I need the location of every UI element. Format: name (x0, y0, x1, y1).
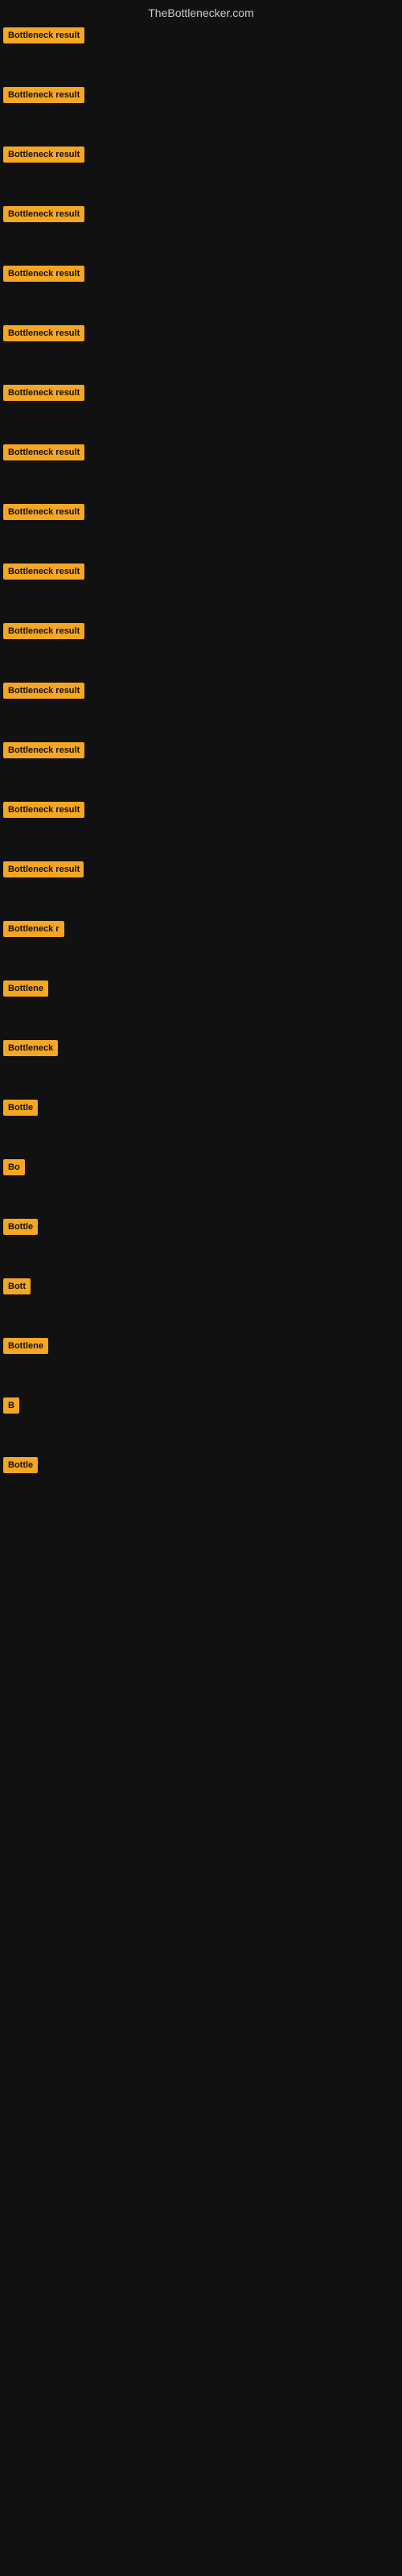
list-item: Bottleneck (0, 1035, 402, 1061)
row-spacer (0, 1121, 402, 1154)
list-item: Bottleneck result (0, 499, 402, 525)
bottleneck-badge[interactable]: Bottleneck result (3, 206, 84, 222)
bottleneck-badge[interactable]: Bottleneck result (3, 683, 84, 699)
list-item: B (0, 1393, 402, 1418)
row-spacer (0, 1061, 402, 1095)
list-item: Bottleneck result (0, 678, 402, 704)
bottleneck-badge[interactable]: Bottlene (3, 980, 48, 997)
bottleneck-badge[interactable]: Bottleneck result (3, 623, 84, 639)
row-spacer (0, 346, 402, 380)
site-title: TheBottlenecker.com (0, 0, 402, 23)
list-item: Bottleneck result (0, 559, 402, 584)
bottleneck-badge[interactable]: Bottlene (3, 1338, 48, 1354)
bottleneck-badge[interactable]: Bott (3, 1278, 31, 1294)
bottleneck-badge[interactable]: Bottleneck result (3, 504, 84, 520)
bottleneck-badge[interactable]: Bottleneck result (3, 27, 84, 43)
bottleneck-badge[interactable]: Bottleneck result (3, 87, 84, 103)
row-spacer (0, 406, 402, 440)
list-item: Bottle (0, 1095, 402, 1121)
list-item: Bottleneck result (0, 737, 402, 763)
bottleneck-badge[interactable]: Bottleneck (3, 1040, 58, 1056)
bottleneck-badge[interactable]: Bottleneck result (3, 266, 84, 282)
row-spacer (0, 1359, 402, 1393)
row-spacer (0, 167, 402, 201)
bottleneck-badge[interactable]: Bottleneck result (3, 147, 84, 163)
row-spacer (0, 525, 402, 559)
list-item: Bottleneck result (0, 82, 402, 108)
row-spacer (0, 644, 402, 678)
list-item: Bottlene (0, 1333, 402, 1359)
row-spacer (0, 1240, 402, 1274)
bottleneck-badge[interactable]: Bottleneck result (3, 564, 84, 580)
row-spacer (0, 48, 402, 82)
bottleneck-badge[interactable]: Bottleneck result (3, 325, 84, 341)
list-item: Bottleneck result (0, 142, 402, 167)
list-item: Bottleneck result (0, 857, 402, 882)
bottleneck-badge[interactable]: B (3, 1397, 19, 1414)
bottleneck-badge[interactable]: Bottleneck result (3, 861, 84, 877)
row-spacer (0, 108, 402, 142)
list-item: Bottleneck result (0, 797, 402, 823)
row-spacer (0, 465, 402, 499)
list-item: Bottleneck result (0, 380, 402, 406)
list-item: Bottleneck result (0, 440, 402, 465)
row-spacer (0, 704, 402, 737)
bottleneck-badge[interactable]: Bottleneck result (3, 385, 84, 401)
list-item: Bottleneck result (0, 201, 402, 227)
bottleneck-badge[interactable]: Bottle (3, 1100, 38, 1116)
row-spacer (0, 763, 402, 797)
bottleneck-badge[interactable]: Bottleneck result (3, 802, 84, 818)
bottleneck-badge[interactable]: Bo (3, 1159, 25, 1175)
row-spacer (0, 823, 402, 857)
row-spacer (0, 882, 402, 916)
row-spacer (0, 584, 402, 618)
row-spacer (0, 1180, 402, 1214)
list-item: Bottle (0, 1452, 402, 1478)
list-item: Bottleneck result (0, 320, 402, 346)
row-spacer (0, 227, 402, 261)
list-item: Bottleneck result (0, 23, 402, 48)
bottleneck-list: Bottleneck result Bottleneck result Bottle… (0, 23, 402, 1478)
bottleneck-badge[interactable]: Bottleneck result (3, 742, 84, 758)
row-spacer (0, 1299, 402, 1333)
list-item: Bott (0, 1274, 402, 1299)
row-spacer (0, 1001, 402, 1035)
list-item: Bottleneck r (0, 916, 402, 942)
row-spacer (0, 287, 402, 320)
bottleneck-badge[interactable]: Bottleneck result (3, 444, 84, 460)
bottleneck-badge[interactable]: Bottle (3, 1219, 38, 1235)
list-item: Bottleneck result (0, 618, 402, 644)
bottleneck-badge[interactable]: Bottleneck r (3, 921, 64, 937)
list-item: Bottlene (0, 976, 402, 1001)
list-item: Bo (0, 1154, 402, 1180)
row-spacer (0, 942, 402, 976)
row-spacer (0, 1418, 402, 1452)
bottleneck-badge[interactable]: Bottle (3, 1457, 38, 1473)
list-item: Bottle (0, 1214, 402, 1240)
list-item: Bottleneck result (0, 261, 402, 287)
